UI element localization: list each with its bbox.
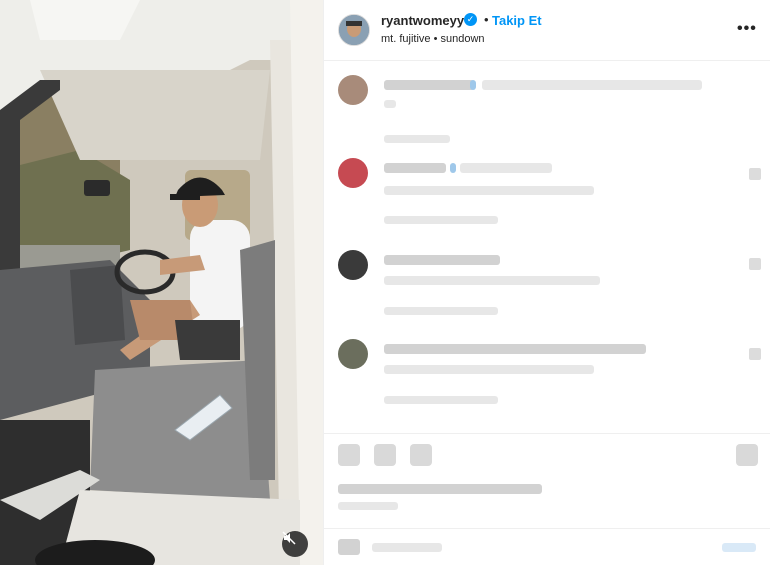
mute-button[interactable] — [282, 531, 308, 557]
audio-location-subtitle[interactable]: mt. fujitive • sundown — [381, 33, 485, 45]
likes-count-blurred — [338, 484, 542, 494]
comment-avatar[interactable] — [338, 250, 368, 280]
comment-text-blurred — [460, 163, 552, 173]
comment-like-icon[interactable] — [749, 168, 761, 180]
comment-meta-blurred — [384, 396, 498, 404]
muted-speaker-icon — [282, 531, 296, 545]
share-icon[interactable] — [410, 444, 432, 466]
comment-like-icon[interactable] — [749, 258, 761, 270]
van-photo — [0, 0, 323, 565]
comment-text-blurred — [384, 80, 474, 90]
comment-text-blurred — [450, 163, 456, 173]
comment-text-blurred — [470, 80, 476, 90]
avatar[interactable] — [338, 14, 370, 46]
post-side-panel: ryantwomeyy ✓ • Takip Et mt. fujitive • … — [323, 0, 770, 565]
comment-like-icon[interactable] — [749, 348, 761, 360]
profile-photo — [339, 15, 369, 45]
add-comment-bar[interactable] — [324, 528, 770, 566]
separator-dot: • — [484, 12, 489, 27]
comment-text-blurred — [384, 344, 646, 354]
heart-icon[interactable] — [338, 444, 360, 466]
post-comment-button[interactable] — [722, 543, 756, 552]
comment-input-blurred[interactable] — [372, 543, 442, 552]
comment-meta-blurred — [384, 216, 498, 224]
comment-time-blurred — [384, 135, 450, 143]
comment-text-blurred — [384, 276, 600, 285]
comment-text-blurred — [384, 365, 594, 374]
comment-text-blurred — [482, 80, 702, 90]
post-actions — [324, 433, 770, 529]
comment-avatar[interactable] — [338, 158, 368, 188]
comment-avatar[interactable] — [338, 75, 368, 105]
more-options-icon[interactable]: ••• — [737, 20, 757, 38]
follow-button[interactable]: Takip Et — [492, 13, 542, 28]
comment-text-blurred — [384, 100, 396, 108]
instagram-post: ryantwomeyy ✓ • Takip Et mt. fujitive • … — [0, 0, 770, 565]
emoji-icon[interactable] — [338, 539, 360, 555]
comment-text-blurred — [384, 186, 594, 195]
post-media[interactable] — [0, 0, 323, 565]
comment-text-blurred — [384, 255, 500, 265]
username-link[interactable]: ryantwomeyy — [381, 13, 464, 28]
bookmark-icon[interactable] — [736, 444, 758, 466]
post-date-blurred — [338, 502, 398, 510]
verified-badge-icon: ✓ — [464, 13, 477, 26]
comment-icon[interactable] — [374, 444, 396, 466]
comment-text-blurred — [384, 163, 446, 173]
post-header: ryantwomeyy ✓ • Takip Et mt. fujitive • … — [324, 0, 770, 61]
comment-avatar[interactable] — [338, 339, 368, 369]
comment-meta-blurred — [384, 307, 498, 315]
